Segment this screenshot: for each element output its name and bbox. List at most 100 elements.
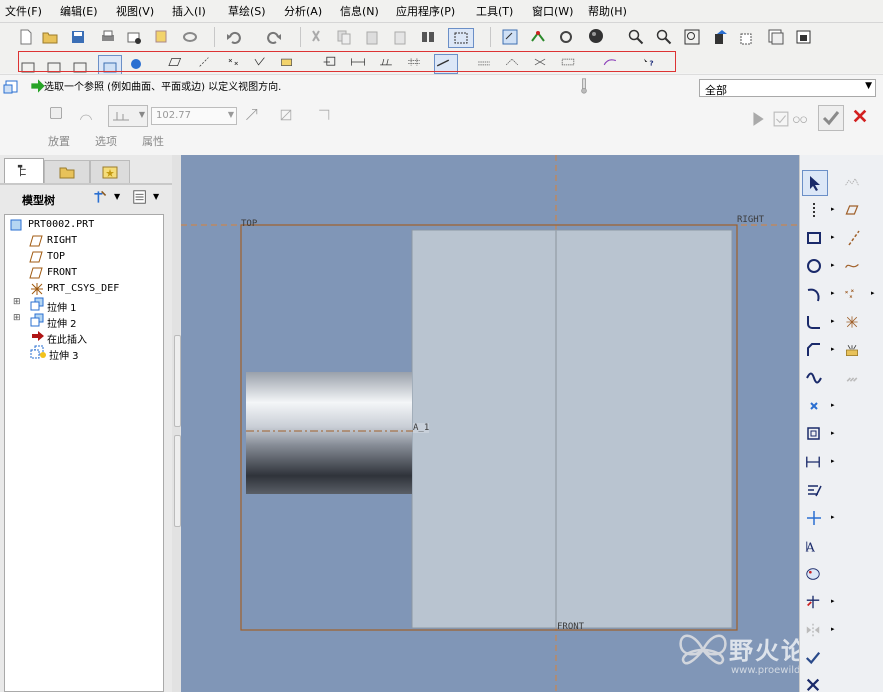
show-columns-chevron-icon[interactable]: ▼ xyxy=(153,192,159,201)
tree-item-part[interactable]: PRT0002.PRT xyxy=(28,219,94,230)
expand-plus-icon[interactable]: ⊞ xyxy=(13,297,21,307)
menu-insert[interactable]: 插入(I) xyxy=(172,3,206,19)
expand-plus-icon[interactable]: ⊞ xyxy=(13,313,21,323)
chamfer-icon[interactable] xyxy=(806,342,822,358)
redo-icon[interactable] xyxy=(266,29,282,45)
depth-value-input[interactable]: 102.77 ▼ xyxy=(151,107,237,125)
remove-material-icon[interactable] xyxy=(278,107,298,127)
circle-flyout-icon[interactable]: ▸ xyxy=(831,261,835,269)
tree-item-front[interactable]: FRONT xyxy=(47,267,77,278)
show-columns-icon[interactable] xyxy=(132,189,150,207)
menu-window[interactable]: 窗口(W) xyxy=(532,3,573,19)
print-icon[interactable] xyxy=(100,29,116,45)
save-icon[interactable] xyxy=(70,29,86,45)
tree-settings-icon[interactable] xyxy=(92,189,112,209)
reorient-icon[interactable] xyxy=(712,29,728,45)
menu-info[interactable]: 信息(N) xyxy=(340,3,379,19)
tree-settings-chevron-icon[interactable]: ▼ xyxy=(114,192,120,201)
trim-icon[interactable] xyxy=(805,594,823,610)
view-manager-icon[interactable] xyxy=(502,29,518,45)
appearance-icon[interactable] xyxy=(796,29,812,45)
rectangle-icon[interactable] xyxy=(806,230,822,246)
spline-icon[interactable] xyxy=(806,370,822,386)
text-icon[interactable]: A xyxy=(805,538,823,554)
datum-csys-sketch-icon[interactable] xyxy=(844,314,864,330)
zoom-out-icon[interactable] xyxy=(656,29,672,45)
circle-icon[interactable] xyxy=(806,258,822,274)
mirror-flyout-icon[interactable]: ▸ xyxy=(831,625,835,633)
menu-edit[interactable]: 编辑(E) xyxy=(60,3,98,19)
arc-flyout-icon[interactable]: ▸ xyxy=(831,289,835,297)
filter-select[interactable]: 全部 ▼ xyxy=(699,79,876,97)
constraint-icon[interactable] xyxy=(806,510,822,526)
dimension-flyout-icon[interactable]: ▸ xyxy=(831,457,835,465)
new-file-icon[interactable] xyxy=(18,29,34,45)
open-folder-icon[interactable] xyxy=(42,29,58,45)
paste-icon[interactable] xyxy=(364,29,380,45)
layers-icon[interactable] xyxy=(768,29,784,45)
zoom-in-icon[interactable] xyxy=(628,29,644,45)
menu-tools[interactable]: 工具(T) xyxy=(476,3,513,19)
modify-icon[interactable] xyxy=(806,482,822,498)
offset-edge-icon[interactable] xyxy=(806,426,822,442)
tree-item-top[interactable]: TOP xyxy=(47,251,65,262)
offset-flyout-icon[interactable]: ▸ xyxy=(831,429,835,437)
email-attachment-icon[interactable] xyxy=(154,29,170,45)
graphics-window[interactable]: TOP RIGHT FRONT A_1 野火论坛 www.proewildfir… xyxy=(181,155,799,692)
thicken-sketch-icon[interactable] xyxy=(316,107,336,127)
tree-item-insert-here[interactable]: 在此插入 xyxy=(47,331,87,346)
flip-direction-icon[interactable] xyxy=(244,107,264,127)
tree-item-right[interactable]: RIGHT xyxy=(47,235,77,246)
tab-model-tree[interactable] xyxy=(4,158,44,184)
constraint-flyout-icon[interactable]: ▸ xyxy=(831,513,835,521)
block-solid[interactable] xyxy=(411,229,733,629)
paste-special-icon[interactable] xyxy=(392,29,408,45)
tab-options[interactable]: 选项 xyxy=(95,133,117,149)
tree-item-extrude-2[interactable]: 拉伸 2 xyxy=(47,315,77,330)
tab-properties[interactable]: 属性 xyxy=(142,133,164,149)
menu-sketch[interactable]: 草绘(S) xyxy=(228,3,266,19)
trim-flyout-icon[interactable]: ▸ xyxy=(831,597,835,605)
fillet-flyout-icon[interactable]: ▸ xyxy=(831,317,835,325)
panel-splitter[interactable] xyxy=(172,155,181,692)
shading-sphere-icon[interactable] xyxy=(588,28,606,46)
refit-icon[interactable] xyxy=(684,29,700,45)
menu-view[interactable]: 视图(V) xyxy=(116,3,154,19)
tab-folder-browser[interactable] xyxy=(44,160,90,184)
centerline-icon[interactable] xyxy=(806,202,822,218)
sketch-quit-x-icon[interactable] xyxy=(805,676,823,692)
send-mail-icon[interactable] xyxy=(126,29,142,45)
play-preview-icon[interactable] xyxy=(750,111,764,126)
palette-icon[interactable] xyxy=(805,566,823,582)
datum-display-icon[interactable] xyxy=(558,29,574,45)
chain-link-icon[interactable] xyxy=(844,370,864,386)
tab-placement[interactable]: 放置 xyxy=(48,133,70,149)
sketch-icon[interactable] xyxy=(530,29,546,45)
menu-help[interactable]: 帮助(H) xyxy=(588,3,627,19)
select-arrow-icon[interactable] xyxy=(802,170,828,196)
thicken-icon[interactable] xyxy=(78,107,98,127)
undo-icon[interactable] xyxy=(226,29,242,45)
cylinder-solid[interactable] xyxy=(246,372,412,494)
chamfer-flyout-icon[interactable]: ▸ xyxy=(831,345,835,353)
placement-icon[interactable] xyxy=(48,105,70,127)
arc-icon[interactable] xyxy=(806,286,822,302)
tree-item-extrude-3[interactable]: 拉伸 3 xyxy=(49,347,79,362)
mirror-icon[interactable] xyxy=(805,622,823,638)
datum-axis-sketch-icon[interactable] xyxy=(846,230,862,246)
analysis-feature-icon[interactable] xyxy=(844,342,864,358)
verify-checkbox-icon[interactable] xyxy=(773,111,789,127)
tab-favorites[interactable] xyxy=(90,160,130,184)
datum-point-flyout-icon[interactable]: ▸ xyxy=(871,289,875,297)
rectangle-flyout-icon[interactable]: ▸ xyxy=(831,233,835,241)
cancel-button[interactable] xyxy=(852,108,870,126)
cut-icon[interactable] xyxy=(308,29,324,45)
glasses-preview-icon[interactable] xyxy=(792,111,814,125)
regenerate-icon[interactable] xyxy=(420,29,436,45)
saved-views-icon[interactable] xyxy=(740,29,756,45)
tree-item-csys[interactable]: PRT_CSYS_DEF xyxy=(47,283,119,294)
depth-option-dropdown[interactable]: ▼ xyxy=(108,105,148,127)
menu-applications[interactable]: 应用程序(P) xyxy=(396,3,455,19)
copy-icon[interactable] xyxy=(336,29,352,45)
menu-file[interactable]: 文件(F) xyxy=(5,3,42,19)
